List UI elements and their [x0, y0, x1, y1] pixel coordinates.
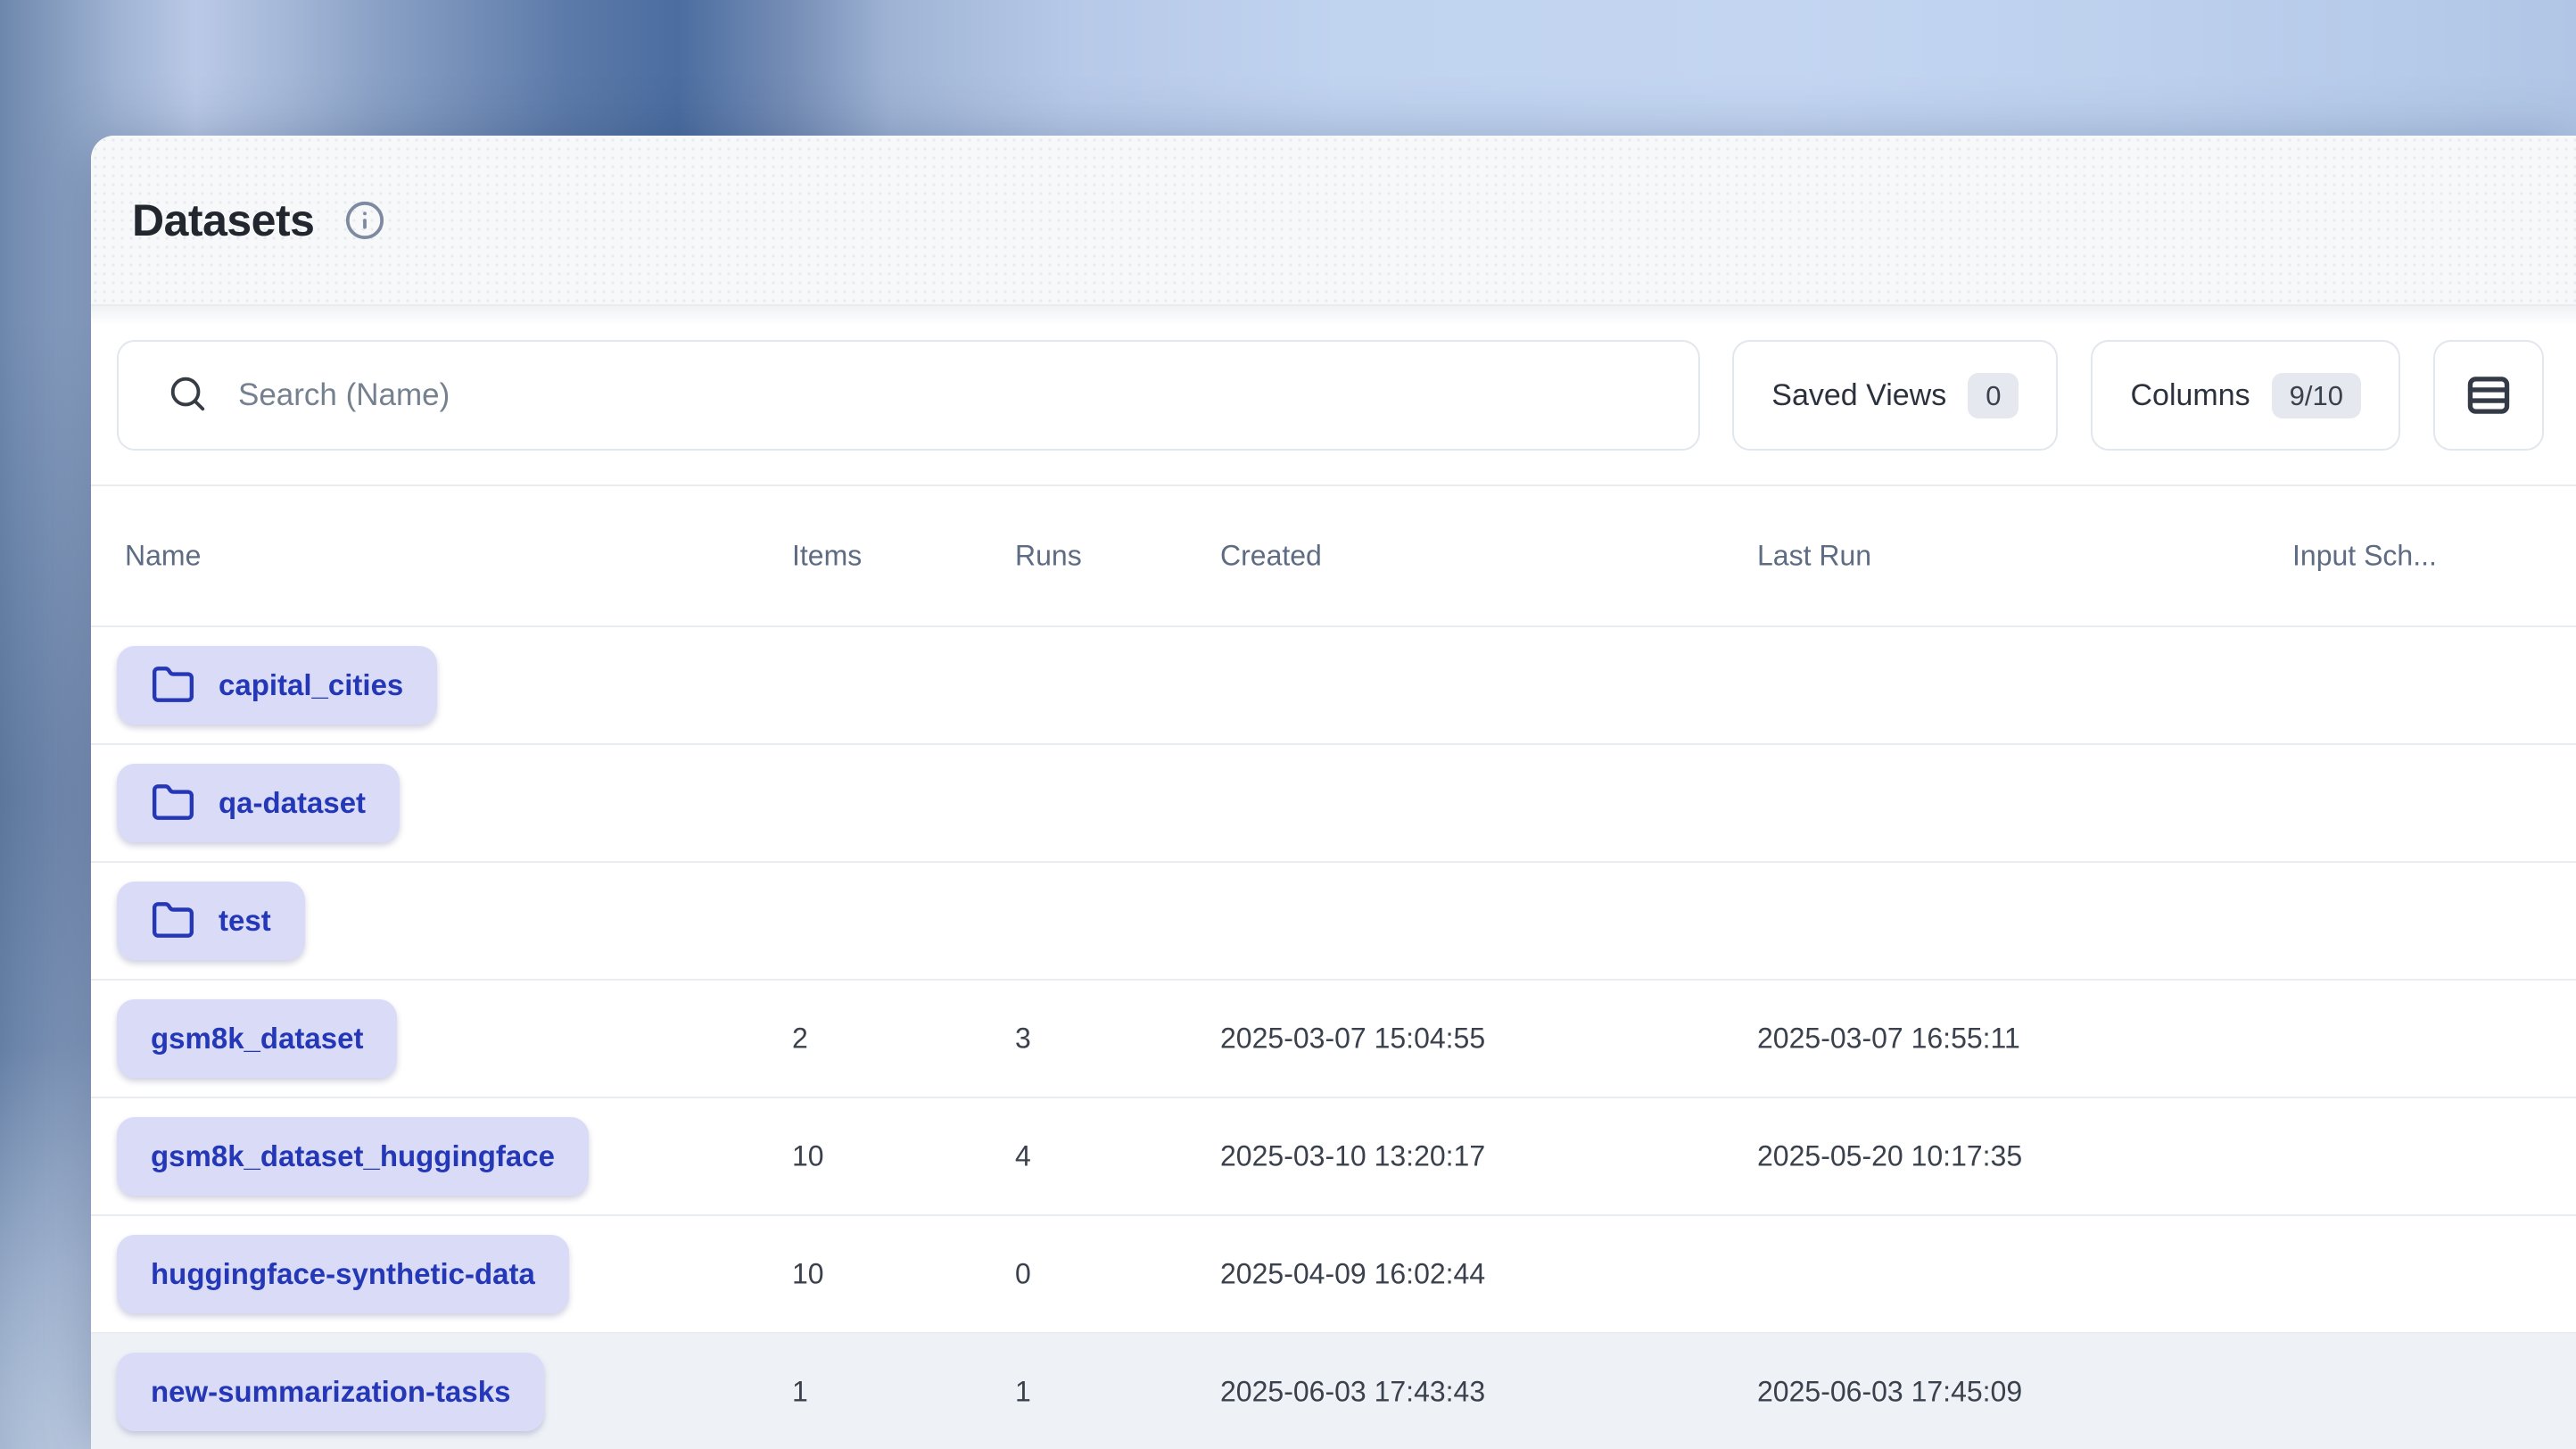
created-cell: 2025-04-09 16:02:44 — [1220, 1258, 1485, 1291]
items-cell: 1 — [792, 1376, 808, 1409]
saved-views-button[interactable]: Saved Views 0 — [1732, 340, 2058, 451]
created-cell: 2025-03-10 13:20:17 — [1220, 1140, 1485, 1173]
row-density-button[interactable] — [2433, 340, 2544, 451]
table-header: Name Items Runs Created Last Run Input S… — [91, 486, 2576, 627]
table-row[interactable]: capital_cities — [91, 627, 2576, 745]
dataset-name-label: qa-dataset — [219, 786, 366, 820]
table-row[interactable]: test — [91, 863, 2576, 981]
toolbar: Saved Views 0 Columns 9/10 — [91, 306, 2576, 486]
runs-cell: 0 — [1015, 1258, 1031, 1291]
panel-header: Datasets — [91, 136, 2576, 306]
search-box[interactable] — [117, 340, 1700, 451]
table-row[interactable]: gsm8k_dataset_huggingface 10 4 2025-03-1… — [91, 1098, 2576, 1216]
column-header-name[interactable]: Name — [125, 540, 201, 573]
dataset-name-label: gsm8k_dataset — [151, 1022, 363, 1056]
dataset-name-badge[interactable]: new-summarization-tasks — [117, 1353, 544, 1431]
created-cell: 2025-03-07 15:04:55 — [1220, 1023, 1485, 1056]
dataset-name-label: new-summarization-tasks — [151, 1375, 510, 1409]
runs-cell: 1 — [1015, 1376, 1031, 1409]
column-header-last-run[interactable]: Last Run — [1757, 540, 1871, 573]
runs-cell: 4 — [1015, 1140, 1031, 1173]
dataset-name-label: gsm8k_dataset_huggingface — [151, 1139, 555, 1173]
dataset-name-badge[interactable]: huggingface-synthetic-data — [117, 1235, 569, 1313]
dataset-name-badge[interactable]: capital_cities — [117, 646, 437, 724]
columns-count-badge: 9/10 — [2272, 373, 2361, 418]
column-header-items[interactable]: Items — [792, 540, 862, 573]
table-row[interactable]: huggingface-synthetic-data 10 0 2025-04-… — [91, 1216, 2576, 1334]
saved-views-count-badge: 0 — [1968, 373, 2019, 418]
table-row[interactable]: qa-dataset — [91, 745, 2576, 863]
dataset-name-label: test — [219, 904, 271, 938]
info-icon[interactable] — [344, 200, 385, 241]
search-input[interactable] — [238, 377, 1663, 413]
column-header-runs[interactable]: Runs — [1015, 540, 1082, 573]
table-body: capital_cities qa-dataset — [91, 627, 2576, 1449]
search-icon — [167, 373, 208, 418]
columns-button[interactable]: Columns 9/10 — [2091, 340, 2400, 451]
saved-views-label: Saved Views — [1771, 378, 1946, 413]
last-run-cell: 2025-06-03 17:45:09 — [1757, 1376, 2022, 1409]
page-title: Datasets — [132, 195, 314, 246]
folder-icon — [151, 898, 195, 943]
column-header-created[interactable]: Created — [1220, 540, 1322, 573]
runs-cell: 3 — [1015, 1023, 1031, 1056]
created-cell: 2025-06-03 17:43:43 — [1220, 1376, 1485, 1409]
dataset-name-label: capital_cities — [219, 668, 403, 702]
dataset-name-badge[interactable]: test — [117, 882, 305, 960]
dataset-name-badge[interactable]: gsm8k_dataset_huggingface — [117, 1117, 589, 1196]
items-cell: 10 — [792, 1140, 824, 1173]
table-row[interactable]: gsm8k_dataset 2 3 2025-03-07 15:04:55 20… — [91, 981, 2576, 1098]
table-row[interactable]: new-summarization-tasks 1 1 2025-06-03 1… — [91, 1334, 2576, 1449]
folder-icon — [151, 663, 195, 708]
column-header-input-schema[interactable]: Input Sch... — [2292, 540, 2437, 573]
columns-label: Columns — [2130, 378, 2250, 413]
items-cell: 10 — [792, 1258, 824, 1291]
dataset-name-badge[interactable]: qa-dataset — [117, 764, 400, 842]
dataset-name-badge[interactable]: gsm8k_dataset — [117, 999, 397, 1078]
dataset-name-label: huggingface-synthetic-data — [151, 1257, 535, 1291]
folder-icon — [151, 781, 195, 825]
datasets-panel: Datasets Saved Views 0 Columns — [91, 136, 2576, 1449]
last-run-cell: 2025-03-07 16:55:11 — [1757, 1023, 2020, 1056]
items-cell: 2 — [792, 1023, 808, 1056]
table-rows-icon — [2463, 369, 2514, 421]
last-run-cell: 2025-05-20 10:17:35 — [1757, 1140, 2022, 1173]
